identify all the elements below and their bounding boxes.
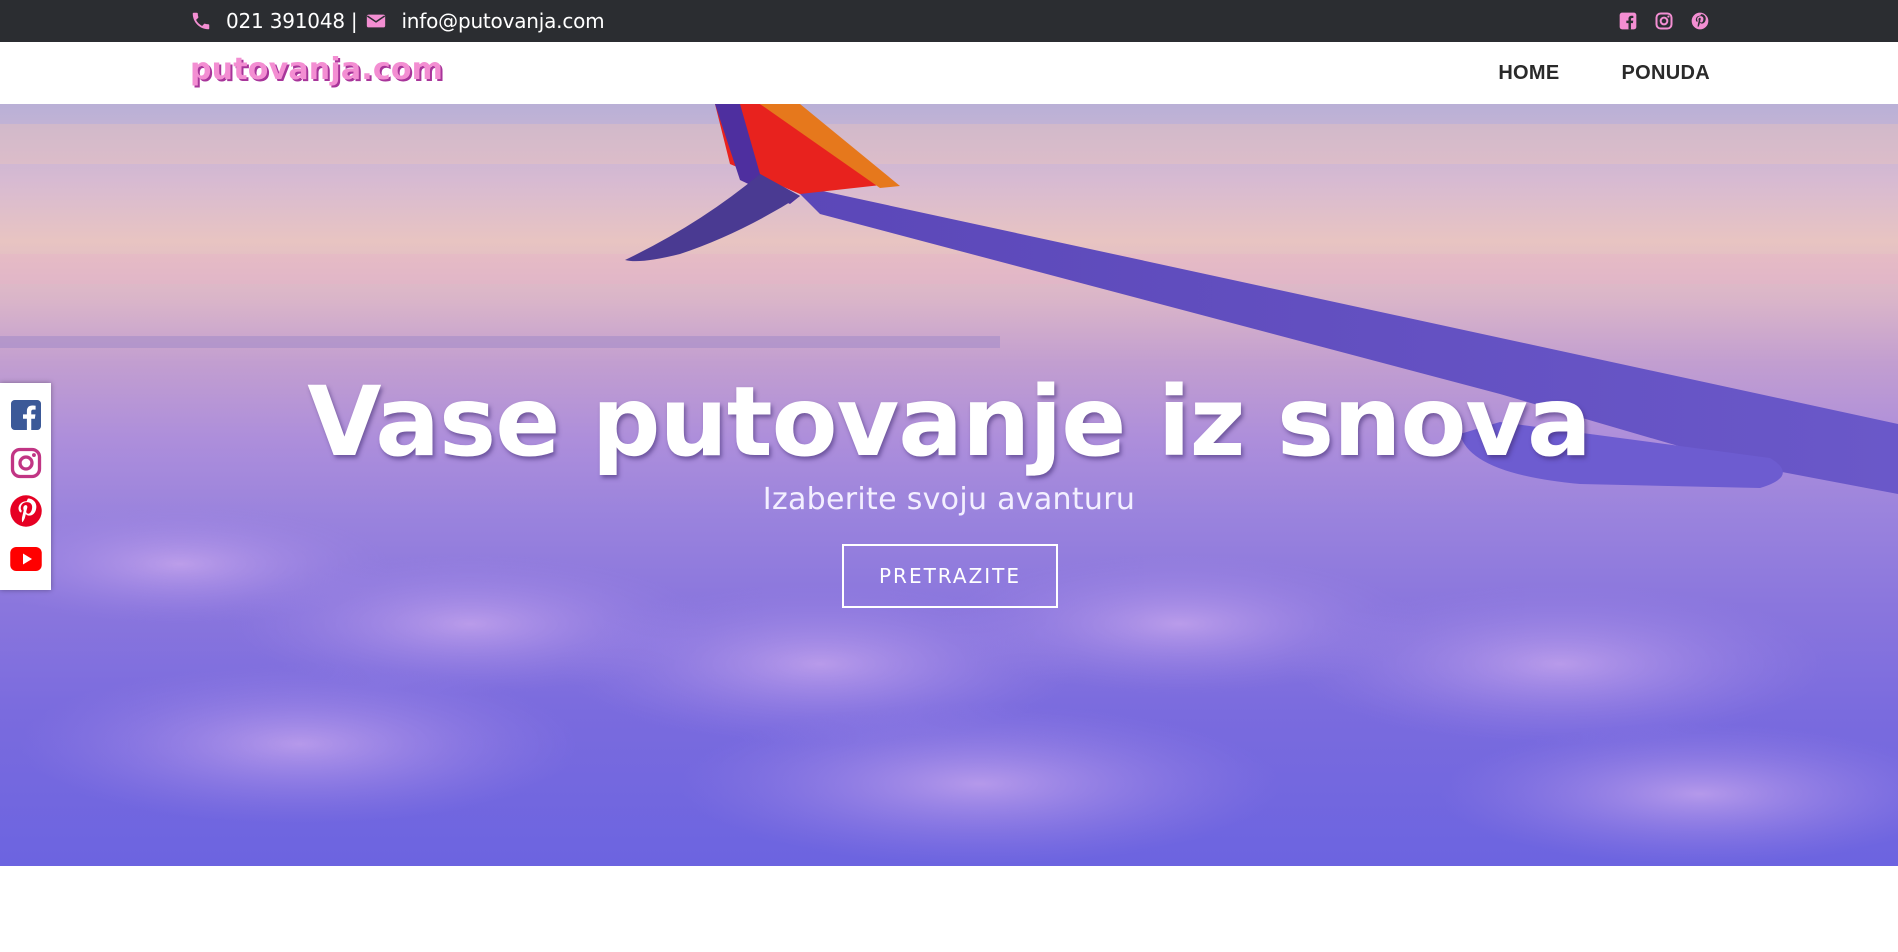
- phone-number[interactable]: 021 391048: [226, 9, 345, 33]
- pinterest-icon[interactable]: [1690, 11, 1710, 31]
- top-social-links: [1618, 0, 1710, 42]
- floating-social-sidebar: [0, 383, 51, 590]
- nav-menu: HOME PONUDA: [1498, 42, 1710, 104]
- envelope-icon: [365, 10, 387, 32]
- nav-item-home[interactable]: HOME: [1498, 62, 1559, 85]
- brand-logo[interactable]: putovanja.com: [190, 52, 443, 87]
- hero-title: Vase putovanje iz snova: [307, 366, 1592, 478]
- top-info-bar: 021 391048 | info@putovanja.com: [0, 0, 1898, 42]
- contact-separator: |: [350, 9, 358, 33]
- nav-item-ponuda[interactable]: PONUDA: [1622, 62, 1710, 85]
- youtube-icon[interactable]: [8, 541, 44, 577]
- instagram-icon[interactable]: [8, 445, 44, 481]
- facebook-icon[interactable]: [8, 397, 44, 433]
- hero-content: Vase putovanje iz snova Izaberite svoju …: [0, 104, 1898, 866]
- contact-info: 021 391048 | info@putovanja.com: [190, 0, 605, 42]
- email-link[interactable]: info@putovanja.com: [401, 9, 604, 33]
- facebook-icon[interactable]: [1618, 11, 1638, 31]
- hero-subtitle: Izaberite svoju avanturu: [762, 482, 1136, 517]
- pinterest-icon[interactable]: [8, 493, 44, 529]
- phone-icon: [190, 10, 212, 32]
- search-button[interactable]: PRETRAZITE: [842, 544, 1058, 608]
- instagram-icon[interactable]: [1654, 11, 1674, 31]
- hero-section: Vase putovanje iz snova Izaberite svoju …: [0, 104, 1898, 866]
- main-navbar: putovanja.com HOME PONUDA: [0, 42, 1898, 104]
